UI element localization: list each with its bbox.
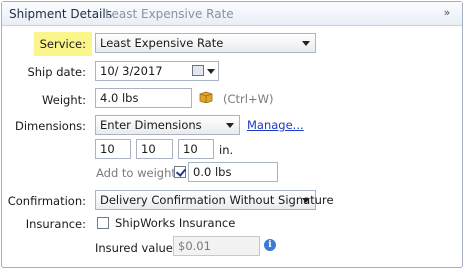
height-value: 10 <box>183 142 198 156</box>
weight-value: 4.0 lbs <box>100 91 139 105</box>
panel-header: Shipment Details Least Expensive Rate » <box>2 2 462 26</box>
weight-label: Weight: <box>42 93 86 107</box>
shipworks-insurance-label: ShipWorks Insurance <box>115 216 236 230</box>
package-icon[interactable] <box>199 91 213 103</box>
width-input[interactable]: 10 <box>136 139 173 159</box>
add-weight-value: 0.0 lbs <box>193 165 232 179</box>
length-input[interactable]: 10 <box>95 139 131 159</box>
manage-dimensions-link[interactable]: Manage... <box>247 118 304 132</box>
dimensions-select[interactable]: Enter Dimensions <box>95 115 240 135</box>
collapse-chevron-icon[interactable]: » <box>440 6 454 20</box>
confirmation-label: Confirmation: <box>7 194 86 208</box>
chevron-down-icon <box>302 198 310 203</box>
dimensions-value: Enter Dimensions <box>100 118 202 132</box>
confirmation-value: Delivery Confirmation Without Signature <box>100 193 334 207</box>
calendar-icon[interactable] <box>192 65 204 76</box>
insured-value-label: Insured value: <box>95 241 177 255</box>
ship-date-value: 10/ 3/2017 <box>100 64 163 78</box>
shipment-details-panel: Shipment Details Least Expensive Rate » … <box>1 1 463 268</box>
insured-value-input[interactable]: $0.01 <box>173 236 260 256</box>
add-to-weight-checkbox[interactable] <box>174 166 186 178</box>
insured-value: $0.01 <box>178 239 211 253</box>
width-value: 10 <box>141 142 156 156</box>
chevron-down-icon <box>207 69 215 74</box>
height-input[interactable]: 10 <box>178 139 214 159</box>
info-icon[interactable]: i <box>264 239 276 251</box>
weight-input[interactable]: 4.0 lbs <box>95 88 192 108</box>
chevron-down-icon <box>302 41 310 46</box>
service-label: Service: <box>39 37 86 51</box>
panel-title: Shipment Details <box>9 7 112 21</box>
ship-date-label: Ship date: <box>27 65 86 79</box>
insurance-label: Insurance: <box>25 217 86 231</box>
service-value: Least Expensive Rate <box>100 36 224 50</box>
ship-date-picker[interactable]: 10/ 3/2017 <box>95 61 219 81</box>
length-value: 10 <box>100 142 115 156</box>
weight-shortcut-hint: (Ctrl+W) <box>223 92 274 106</box>
panel-subtitle: Least Expensive Rate <box>105 7 234 21</box>
service-select[interactable]: Least Expensive Rate <box>95 33 316 53</box>
add-to-weight-label: Add to weight <box>96 166 176 180</box>
shipworks-insurance-checkbox[interactable] <box>97 217 109 229</box>
chevron-down-icon <box>226 123 234 128</box>
dimension-unit: in. <box>219 143 234 157</box>
add-weight-input[interactable]: 0.0 lbs <box>188 162 278 182</box>
confirmation-select[interactable]: Delivery Confirmation Without Signature <box>95 190 334 210</box>
dimensions-label: Dimensions: <box>15 119 86 133</box>
